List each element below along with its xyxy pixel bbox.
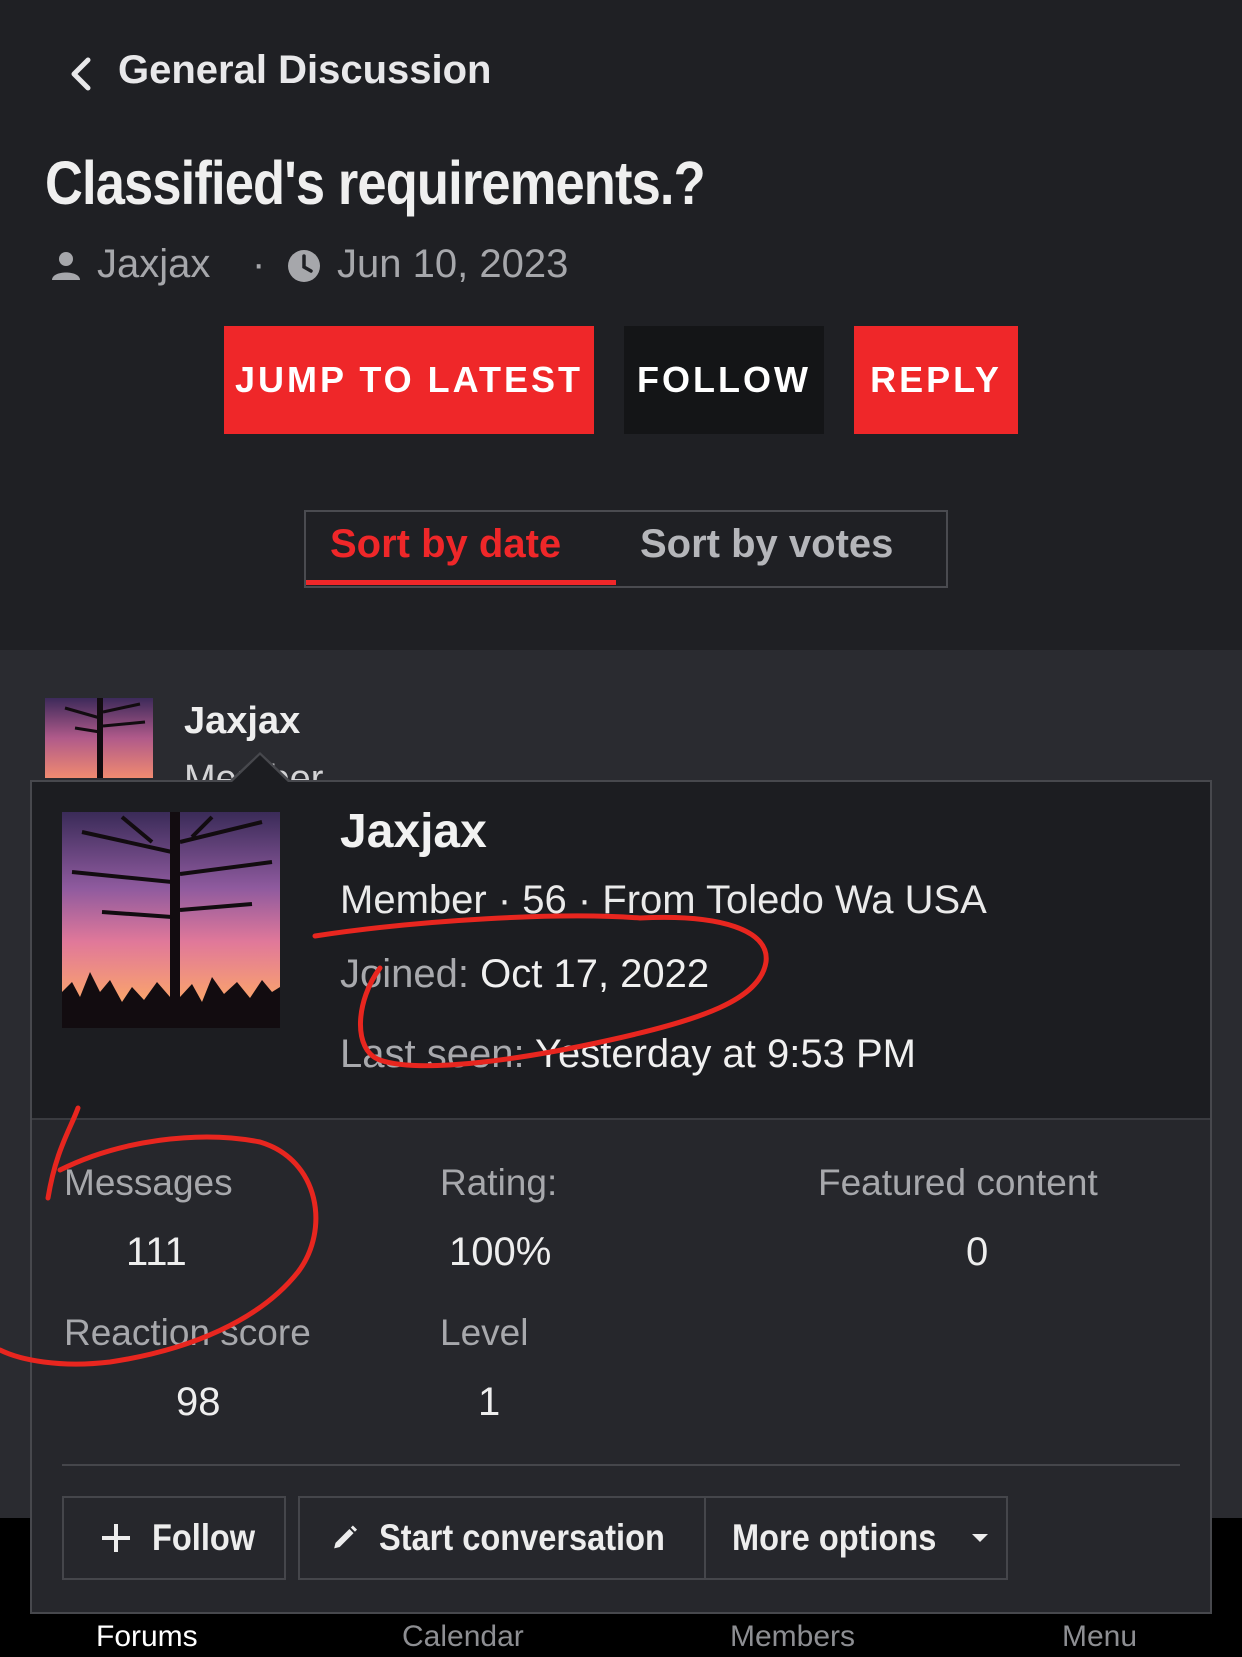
annotation-overlay [0,913,769,1367]
